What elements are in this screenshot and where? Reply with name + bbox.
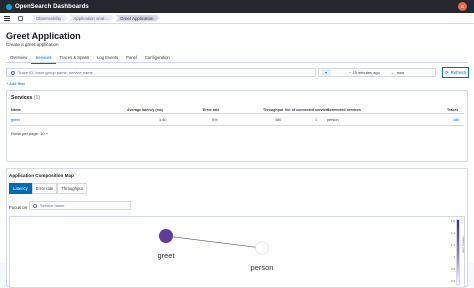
date-end[interactable]: now (397, 70, 404, 75)
services-title: Services (1) (11, 95, 40, 101)
table-header-divider (10, 113, 464, 114)
service-name-link[interactable]: greet (11, 118, 20, 122)
column-average-latency[interactable]: Average latency (ms) (127, 108, 163, 112)
brand-name[interactable]: OpenSearch Dashboards (15, 4, 89, 10)
date-start[interactable]: ~ 15 minutes ago (349, 70, 380, 75)
page-title: Greet Application (6, 31, 81, 41)
breadcrumb-current: Greet Application (115, 14, 160, 22)
tab-divider (6, 62, 468, 63)
service-connected-count: 1 (315, 118, 318, 122)
services-panel: Services (1) Name Average latency (ms) E… (6, 90, 468, 162)
search-input[interactable]: Trace ID, trace group name, service name (6, 68, 316, 77)
latency-color-legend (456, 219, 460, 285)
date-arrow: → (389, 70, 394, 75)
services-title-text: Services (11, 95, 33, 101)
legend-tick: 1.4 (450, 231, 455, 235)
legend-tick: 1.6 (450, 219, 455, 223)
refresh-button[interactable]: ⟳ Refresh (442, 67, 469, 78)
service-throughput: 180 (275, 118, 282, 122)
legend-axis-label: Latency (ms) (461, 235, 465, 253)
legend-tick: 1 (453, 255, 455, 259)
search-icon (11, 70, 15, 75)
metric-button-group: Latency Error rate Throughput (9, 183, 87, 194)
breadcrumb-application-analytics[interactable]: Application anal... (68, 14, 115, 22)
table-row-divider (10, 125, 464, 126)
graph-edge-greet-person (165, 235, 263, 249)
column-throughput[interactable]: Throughput (263, 108, 283, 112)
latency-button[interactable]: Latency (9, 183, 32, 194)
service-graph-canvas[interactable]: greet person (10, 217, 465, 287)
add-filter-link[interactable]: + Add filter (6, 81, 25, 86)
map-title: Application Composition Map (9, 173, 74, 178)
focus-label: Focus on (9, 205, 28, 210)
composition-map-panel: Application Composition Map Latency Erro… (6, 168, 468, 288)
legend-tick: 0.8 (450, 267, 455, 271)
service-traces-link[interactable]: 180 (453, 118, 459, 122)
avatar[interactable]: a (458, 2, 467, 11)
error-rate-button[interactable]: Error rate (31, 183, 58, 194)
service-error-rate: 0% (212, 118, 218, 122)
opensearch-logo-icon (6, 3, 12, 10)
home-icon[interactable] (18, 15, 23, 21)
graph-node-label-person: person (251, 263, 274, 272)
date-picker[interactable]: ▾ ~ 15 minutes ago → now (318, 68, 436, 77)
column-traces[interactable]: Traces (447, 108, 458, 112)
breadcrumb-observability[interactable]: Observability (31, 14, 68, 22)
graph-node-label-greet: greet (157, 251, 175, 260)
column-name[interactable]: Name (11, 108, 21, 112)
chevron-down-icon: ˅ (45, 131, 49, 136)
search-icon (33, 203, 37, 208)
column-connected-services: Connected services (327, 108, 361, 112)
service-graph[interactable]: greet person 1.6 1.4 1.2 1 0.8 0.6 Laten… (9, 216, 465, 288)
legend-tick: 0.6 (450, 279, 455, 283)
column-connected-count[interactable]: No. of connected services (285, 108, 330, 112)
graph-node-person[interactable] (255, 241, 269, 255)
service-connected-list: person (327, 118, 339, 122)
rows-per-page-select[interactable]: Rows per page: 10 ˅ (11, 131, 48, 136)
refresh-label: Refresh (450, 70, 467, 75)
main-content: Greet Application Create a greet applica… (0, 24, 474, 288)
graph-node-greet[interactable] (159, 229, 173, 243)
page-description: Create a greet application (6, 42, 59, 47)
services-count: (1) (33, 95, 41, 101)
calendar-icon[interactable]: ▾ (321, 69, 331, 76)
rows-per-page-label: Rows per page: 10 (11, 131, 45, 136)
legend-tick: 1.2 (450, 243, 455, 247)
focus-placeholder: Service name (40, 203, 65, 208)
throughput-button[interactable]: Throughput (57, 183, 87, 194)
service-name-search-input[interactable]: Service name (29, 201, 131, 210)
search-placeholder: Trace ID, trace group name, service name (18, 70, 93, 75)
column-error-rate[interactable]: Error rate (203, 108, 219, 112)
service-latency: 1.40 (159, 118, 167, 122)
header-bar: OpenSearch Dashboards a (0, 0, 474, 13)
breadcrumb-bar: Observability Application anal... Greet … (0, 13, 474, 24)
menu-icon[interactable] (4, 15, 10, 21)
refresh-icon: ⟳ (444, 69, 449, 75)
